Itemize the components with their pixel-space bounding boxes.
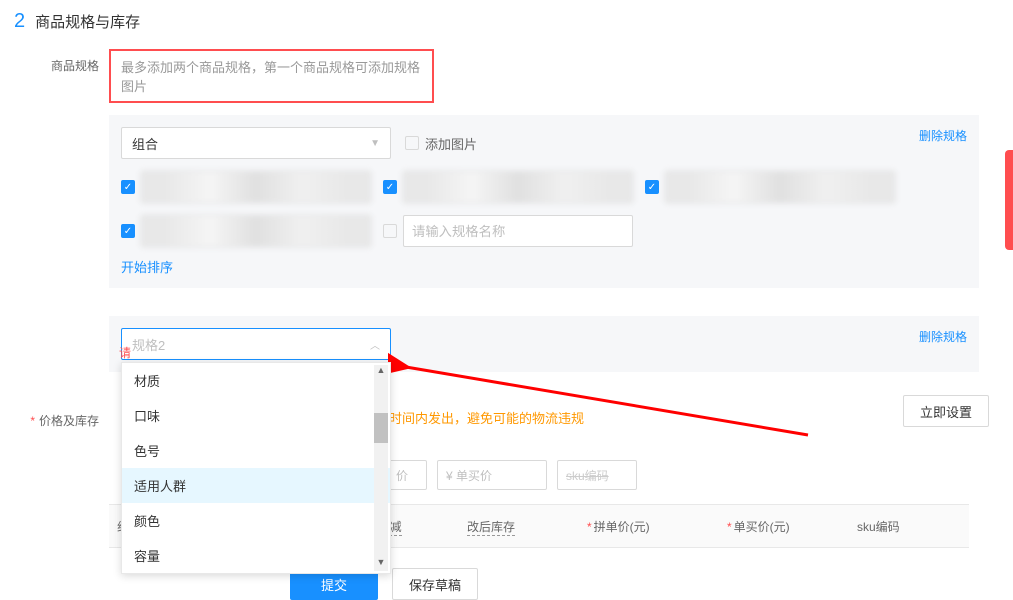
price-label: 价格及库存	[14, 404, 109, 429]
value-input[interactable]	[665, 171, 895, 203]
value-input[interactable]	[141, 215, 371, 247]
dropdown-option[interactable]: 口味	[122, 398, 390, 433]
value-item	[121, 171, 371, 203]
value-input-empty[interactable]	[403, 215, 633, 247]
add-image-label: 添加图片	[425, 134, 477, 153]
section-header: 2 商品规格与库存	[0, 0, 1013, 43]
price-input-1[interactable]: 价	[387, 460, 427, 490]
th-after-stock: 改后库存	[459, 508, 579, 545]
section-number: 2	[14, 10, 25, 33]
scroll-up-icon[interactable]: ▲	[374, 365, 388, 379]
spec-label: 商品规格	[14, 49, 109, 74]
spec-panel-1-row: 删除规格 组合 ▼ 添加图片	[0, 109, 1013, 304]
save-draft-button[interactable]: 保存草稿	[392, 568, 478, 600]
select-value: 组合	[132, 134, 158, 153]
checkbox-icon	[405, 136, 419, 150]
set-now-button[interactable]: 立即设置	[903, 395, 989, 427]
section-title: 商品规格与库存	[35, 11, 140, 32]
value-item	[121, 215, 371, 247]
set-now-area: 立即设置	[903, 395, 989, 427]
dropdown-option-selected[interactable]: 适用人群	[122, 468, 390, 503]
th-group-price: 拼单价(元)	[579, 508, 719, 545]
spec-panel-2: 删除规格 规格2 ︿ 材质 口味 色号 适用人群 颜色 容量 ▲ ▼	[109, 316, 979, 372]
th-sku: sku编码	[849, 508, 949, 545]
spec-hint-row: 商品规格 最多添加两个商品规格，第一个商品规格可添加规格图片	[0, 43, 1013, 109]
spec-top-1: 组合 ▼ 添加图片	[121, 127, 967, 159]
spec-panel-2-row: 删除规格 规格2 ︿ 材质 口味 色号 适用人群 颜色 容量 ▲ ▼	[0, 310, 1013, 388]
logistics-warning: 时间内发出，避免可能的物流违规	[389, 408, 584, 427]
value-item	[383, 171, 633, 203]
th-single-price: 单买价(元)	[719, 508, 849, 545]
value-checkbox[interactable]	[383, 224, 397, 238]
value-input[interactable]	[403, 171, 633, 203]
dropdown-option[interactable]: 材质	[122, 363, 390, 398]
add-image-checkbox[interactable]: 添加图片	[405, 134, 477, 153]
value-checkbox[interactable]	[121, 180, 135, 194]
spec-hint: 最多添加两个商品规格，第一个商品规格可添加规格图片	[109, 49, 434, 103]
value-item	[383, 215, 633, 247]
value-checkbox[interactable]	[645, 180, 659, 194]
value-checkbox[interactable]	[383, 180, 397, 194]
delete-spec-link-1[interactable]: 删除规格	[919, 127, 967, 144]
dropdown-option[interactable]: 颜色	[122, 503, 390, 538]
dropdown-menu: 材质 口味 色号 适用人群 颜色 容量 ▲ ▼	[121, 362, 391, 574]
chevron-down-icon: ▼	[370, 138, 380, 149]
chevron-down-icon: ︿	[370, 337, 380, 352]
feedback-tab[interactable]	[1005, 150, 1013, 250]
value-input[interactable]	[141, 171, 371, 203]
spec-type-select-2[interactable]: 规格2 ︿	[121, 328, 391, 360]
price-input-3[interactable]: sku编码	[557, 460, 637, 490]
spec-panel-1: 删除规格 组合 ▼ 添加图片	[109, 115, 979, 288]
spec-type-select-1[interactable]: 组合 ▼	[121, 127, 391, 159]
sort-link[interactable]: 开始排序	[121, 257, 173, 276]
scrollbar-track	[374, 379, 388, 557]
spec-type-dropdown: 规格2 ︿ 材质 口味 色号 适用人群 颜色 容量 ▲ ▼	[121, 328, 967, 360]
spec-values-row-1	[121, 171, 967, 247]
dropdown-option[interactable]: 容量	[122, 538, 390, 573]
partial-red-text: 请	[119, 344, 131, 361]
value-checkbox[interactable]	[121, 224, 135, 238]
price-input-2[interactable]: ¥ 单买价	[437, 460, 547, 490]
value-item	[645, 171, 895, 203]
scrollbar-thumb[interactable]	[374, 413, 388, 443]
dropdown-option[interactable]: 色号	[122, 433, 390, 468]
select-placeholder: 规格2	[132, 335, 165, 354]
